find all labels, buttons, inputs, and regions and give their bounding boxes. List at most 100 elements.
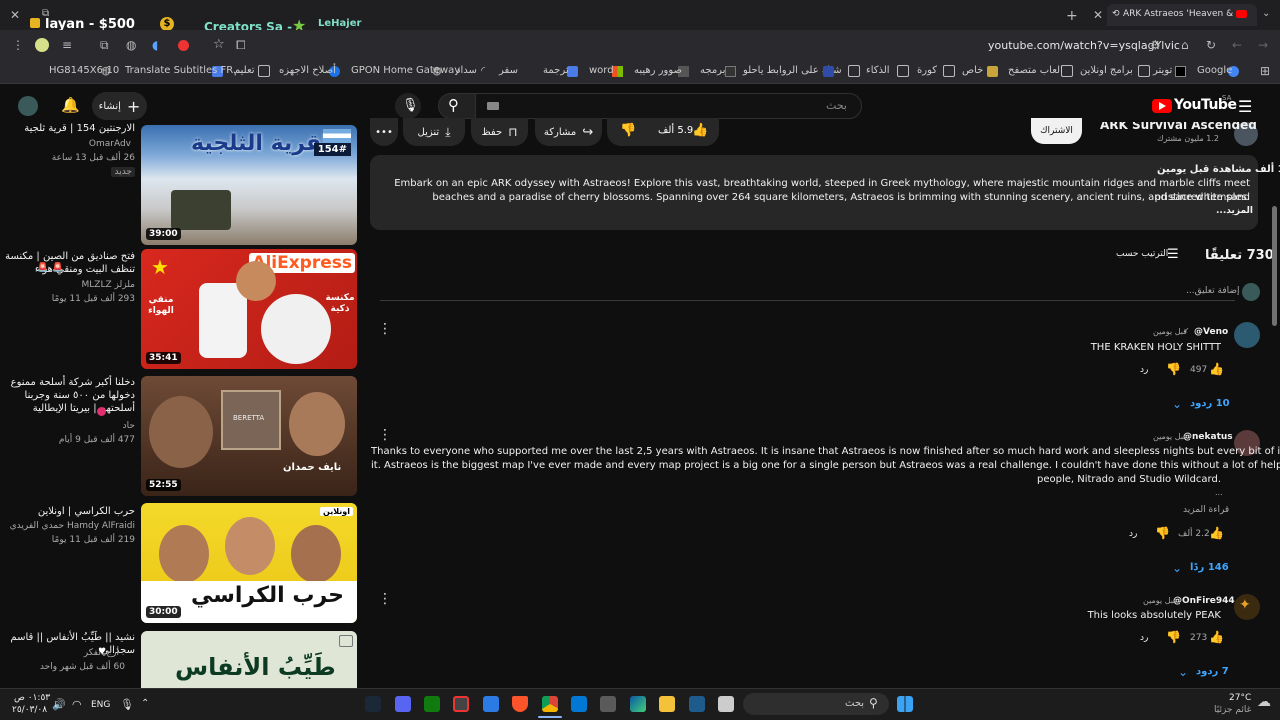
account-avatar[interactable] <box>18 96 38 116</box>
video-thumbnail[interactable]: AliExpress ★ منقي الهواء مكنسة ذكية 35:4… <box>141 249 357 369</box>
comment-author[interactable]: @Veno <box>1194 327 1228 337</box>
forward-icon[interactable]: ← <box>1232 38 1242 52</box>
bookmark-private[interactable]: خاص <box>962 65 983 76</box>
bookmark-star-icon[interactable]: ☆ <box>213 37 225 52</box>
bookmark-word[interactable]: word <box>589 65 614 76</box>
bookmark-browser-games[interactable]: العاب متصفح <box>1008 65 1063 76</box>
bookmark-translate[interactable]: ترجمة <box>543 65 569 76</box>
file-explorer-icon[interactable] <box>659 696 675 712</box>
extension-icon-2[interactable]: ◍ <box>126 38 136 52</box>
weather-desc[interactable]: غائم جزئيًا <box>1214 705 1251 715</box>
video-thumbnail[interactable]: BERETTA نايف حمدان 52:55 <box>141 376 357 496</box>
app-icon[interactable] <box>483 696 499 712</box>
xbox-icon[interactable] <box>424 696 440 712</box>
close-icon[interactable]: ✕ <box>10 8 20 22</box>
site-settings-icon[interactable]: ⚙ <box>1150 38 1161 52</box>
video-thumbnail[interactable]: اونلاين حرب الكراسي 30:00 <box>141 503 357 623</box>
bookmark-photos[interactable]: صوور رهيبه <box>634 65 682 76</box>
back-icon[interactable]: → <box>1258 38 1268 52</box>
bookmark-twitter[interactable]: تويتر <box>1153 65 1172 76</box>
video-title[interactable]: فتح صناديق من الصين | مكنسة تنظف البيت و… <box>3 250 135 276</box>
windows-start-icon[interactable] <box>897 696 913 712</box>
like-icon[interactable]: 👍 <box>1209 526 1224 540</box>
taskbar-time[interactable]: ٠١:٥٣ ص <box>14 693 50 703</box>
comment-menu-icon[interactable]: ⋮ <box>378 321 392 337</box>
language-indicator[interactable]: ENG <box>91 700 110 710</box>
commenter-avatar[interactable] <box>1234 322 1260 348</box>
bookmark-programming[interactable]: برمجه <box>700 65 725 76</box>
chevron-down-icon[interactable]: ⌄ <box>1172 397 1182 411</box>
extensions-icon[interactable]: ⧉ <box>100 38 109 53</box>
video-title[interactable]: الارجنتين 154 | قرية ثلجية <box>3 122 135 135</box>
bookmark-online-apps[interactable]: برامج اونلاين <box>1080 65 1133 76</box>
notifications-bell-icon[interactable]: 🔔 <box>61 96 80 114</box>
wifi-icon[interactable]: ◠ <box>72 698 82 711</box>
profile-icon[interactable] <box>35 38 49 52</box>
page-scrollbar-thumb[interactable] <box>1272 206 1277 326</box>
bookmark-translate-subtitles[interactable]: Translate Subtitles FR... <box>125 65 242 76</box>
discord-icon[interactable] <box>395 696 411 712</box>
read-more-link[interactable]: قراءة المزيد <box>1183 505 1229 515</box>
chevron-down-icon[interactable]: ⌄ <box>1262 8 1270 19</box>
reply-button[interactable]: رد <box>1129 529 1137 539</box>
bookmark-ai[interactable]: الذكاء <box>866 65 890 76</box>
replies-toggle[interactable]: 10 ردود <box>1190 398 1230 409</box>
show-more-link[interactable]: ...المزيد <box>1216 206 1253 216</box>
app-icon[interactable] <box>718 696 734 712</box>
replies-toggle[interactable]: 146 ردًا <box>1190 562 1229 573</box>
more-actions-button[interactable]: ••• <box>370 118 398 146</box>
apps-grid-icon[interactable]: ⊞ <box>1260 64 1270 78</box>
chevron-up-icon[interactable]: ⌃ <box>141 698 149 709</box>
obs-icon[interactable] <box>453 696 469 712</box>
like-icon[interactable]: 👍 <box>1209 362 1224 376</box>
dislike-icon[interactable]: 👎 <box>1155 526 1170 540</box>
menu-dots-icon[interactable]: ⋮ <box>12 38 24 52</box>
extension-icon-4[interactable] <box>178 40 189 51</box>
edge-icon[interactable] <box>630 696 646 712</box>
steam-icon[interactable] <box>365 696 381 712</box>
chevron-down-icon[interactable]: ⌄ <box>1178 665 1188 679</box>
add-comment-input[interactable]: إضافة تعليق... <box>1186 286 1240 296</box>
comment-menu-icon[interactable]: ⋮ <box>378 427 392 443</box>
store-icon[interactable] <box>600 696 616 712</box>
microphone-icon[interactable]: 🎙 <box>120 698 134 711</box>
replies-toggle[interactable]: 7 ردود <box>1196 666 1229 677</box>
extension-icon-3[interactable]: ◖ <box>152 38 158 52</box>
reload-icon[interactable]: ↻ <box>1206 38 1216 52</box>
video-title[interactable]: دخلنا أكبر شركة أسلحة ممنوع دخولها من ٥٠… <box>3 376 135 415</box>
outlook-icon[interactable] <box>571 696 587 712</box>
dislike-icon[interactable]: 👎 <box>620 123 636 138</box>
like-icon[interactable]: 👍 <box>1209 630 1224 644</box>
video-thumbnail[interactable]: القرية الثلجية 154# 39:00 <box>141 125 357 245</box>
bookmark-device-repair[interactable]: أصلاح الاجهزه <box>279 65 336 76</box>
bookmark-hg8145[interactable]: HG8145X6-10 <box>49 65 119 76</box>
bookmark-google[interactable]: Google <box>1197 65 1232 76</box>
brave-icon[interactable] <box>512 696 528 712</box>
taskbar-search[interactable] <box>743 693 889 715</box>
taskbar-date[interactable]: ٢٥/٠٣/٠٨ <box>12 705 47 715</box>
channel-name[interactable]: OmarAdv <box>89 139 131 149</box>
bookmark-travel[interactable]: سفر <box>499 65 518 76</box>
save-button[interactable]: حفظ ⊓ <box>471 118 528 146</box>
dislike-icon[interactable]: 👎 <box>1166 362 1181 376</box>
search-input[interactable]: بحث <box>475 93 862 119</box>
hamburger-menu-icon[interactable]: ☰ <box>1238 97 1252 116</box>
video-thumbnail[interactable]: طَيِّبُ الأنفاس <box>141 631 357 688</box>
sort-button[interactable]: الترتيب حسب <box>1116 249 1168 259</box>
dislike-icon[interactable]: 👎 <box>1166 630 1181 644</box>
reply-button[interactable]: رد <box>1140 365 1148 375</box>
reply-button[interactable]: رد <box>1140 633 1148 643</box>
volume-icon[interactable]: 🔊 <box>52 698 66 711</box>
keyboard-icon[interactable] <box>487 102 499 110</box>
chrome-icon[interactable] <box>542 696 558 712</box>
channel-name[interactable]: حاد <box>123 421 135 431</box>
download-button[interactable]: تنزيل ⤓ <box>403 118 465 146</box>
subscribe-button[interactable]: الاشتراك <box>1031 118 1082 144</box>
playlist-icon[interactable]: ≡ <box>62 38 72 52</box>
comment-author[interactable]: @OnFire944 <box>1173 596 1235 606</box>
new-tab-icon[interactable]: + <box>1066 8 1078 24</box>
channel-name[interactable]: Hamdy AlFraidi حمدي الفريدي <box>10 521 135 531</box>
home-icon[interactable]: ⌂ <box>1181 38 1189 52</box>
install-app-icon[interactable]: ⧠ <box>236 38 246 53</box>
weather-temp[interactable]: 27°C <box>1229 693 1251 703</box>
